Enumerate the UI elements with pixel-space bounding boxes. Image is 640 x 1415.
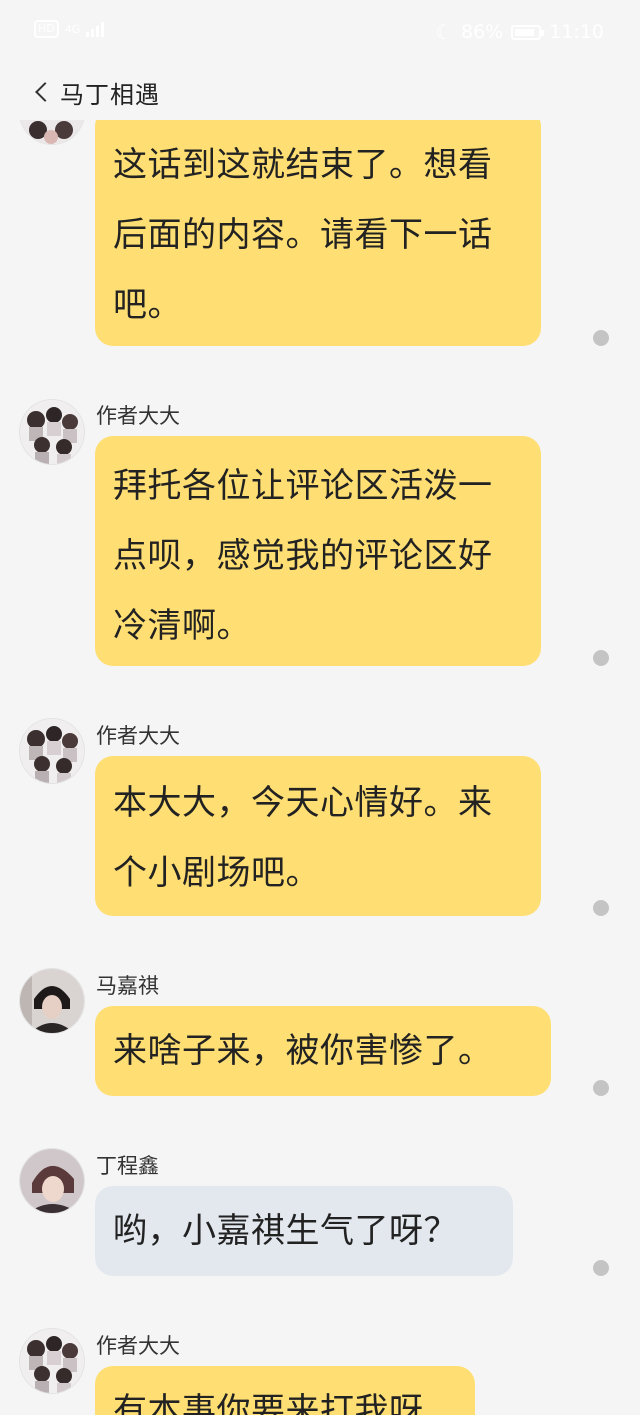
moon-icon: ☾ xyxy=(435,20,453,44)
sender-name: 丁程鑫 xyxy=(96,1154,159,1178)
status-bar: HD 4G ☾ 86% 11:10 xyxy=(0,0,640,64)
message-list[interactable]: 这话到这就结束了。想看后面的内容。请看下一话吧。 作者大大 拜托各位让评论区活泼… xyxy=(0,0,640,1415)
message-bubble[interactable]: 本大大，今天心情好。来个小剧场吧。 xyxy=(95,756,541,916)
message-bubble[interactable]: 来啥子来，被你害惨了。 xyxy=(95,1006,551,1096)
avatar[interactable] xyxy=(20,1149,84,1213)
battery-icon xyxy=(511,24,545,40)
hd-icon: HD xyxy=(34,20,59,38)
message-bubble[interactable]: 哟，小嘉祺生气了呀？ xyxy=(95,1186,513,1276)
back-button[interactable]: 马丁相遇 xyxy=(30,74,160,110)
read-status-dot xyxy=(593,1260,609,1276)
sender-name: 作者大大 xyxy=(96,724,180,748)
read-status-dot xyxy=(593,1080,609,1096)
message-bubble[interactable]: 有本事你要来打我呀 xyxy=(95,1366,475,1415)
read-status-dot xyxy=(593,330,609,346)
chat-header: 马丁相遇 xyxy=(0,64,640,120)
message-bubble[interactable]: 拜托各位让评论区活泼一点呗，感觉我的评论区好冷清啊。 xyxy=(95,436,541,666)
message-bubble[interactable]: 这话到这就结束了。想看后面的内容。请看下一话吧。 xyxy=(95,108,541,346)
network-type: 4G xyxy=(64,22,81,36)
read-status-dot xyxy=(593,650,609,666)
signal-icon xyxy=(86,21,105,37)
battery-fill xyxy=(515,28,535,36)
sender-name: 马嘉祺 xyxy=(96,974,159,998)
avatar[interactable] xyxy=(20,400,84,464)
status-time: 11:10 xyxy=(549,21,604,43)
chat-title: 马丁相遇 xyxy=(60,80,160,109)
chevron-left-icon xyxy=(35,82,55,102)
status-right: ☾ 86% 11:10 xyxy=(435,20,604,44)
chat-screen: 这话到这就结束了。想看后面的内容。请看下一话吧。 作者大大 拜托各位让评论区活泼… xyxy=(0,0,640,1415)
sender-name: 作者大大 xyxy=(96,1334,180,1358)
battery-percent: 86% xyxy=(461,21,504,43)
avatar[interactable] xyxy=(20,969,84,1033)
read-status-dot xyxy=(593,900,609,916)
sender-name: 作者大大 xyxy=(96,404,180,428)
avatar[interactable] xyxy=(20,719,84,783)
status-left: HD 4G xyxy=(34,20,105,38)
avatar[interactable] xyxy=(20,1329,84,1393)
